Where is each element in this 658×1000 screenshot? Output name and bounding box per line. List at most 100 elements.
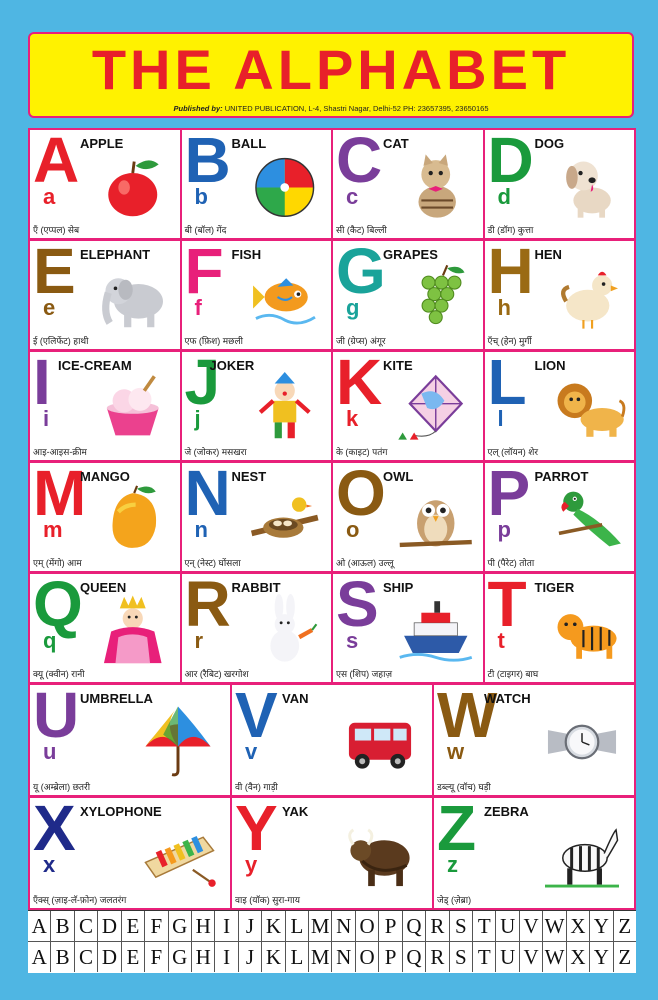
word-label: RABBIT — [231, 580, 281, 595]
strip-letter: H — [192, 911, 216, 941]
word-label: TIGER — [534, 580, 575, 595]
strip-letter: S — [450, 942, 474, 972]
watch-icon — [534, 705, 630, 779]
letter-card-n: Nn NEST एन् (नेस्ट) घोंसला — [181, 463, 331, 571]
hindi-caption: ई (एलिफेंट) हाथी — [33, 336, 89, 346]
alphabet-strip-row-1: ABCDEFGHIJKLMNOPQRSTUVWXYZ — [28, 911, 636, 942]
queen-icon — [90, 594, 176, 666]
strip-letter: I — [215, 911, 239, 941]
hindi-caption: के (काइट) पतंग — [336, 447, 388, 457]
rabbit-icon — [242, 594, 328, 666]
strip-letter: N — [332, 911, 356, 941]
strip-letter: R — [426, 911, 450, 941]
strip-letter: M — [309, 942, 333, 972]
nest-icon — [242, 483, 328, 555]
hindi-caption: टी (टाइगर) बाघ — [487, 669, 539, 679]
strip-letter: F — [145, 942, 169, 972]
strip-letter: Z — [618, 913, 632, 938]
hindi-caption: जे (जोकर) मसखरा — [184, 447, 247, 457]
elephant-icon — [90, 261, 176, 333]
publisher-details: UNITED PUBLICATION, L-4, Shastri Nagar, … — [224, 104, 489, 113]
strip-letter: K — [262, 942, 286, 972]
lowercase-letter: x — [43, 852, 56, 877]
hindi-caption: पी (पैरेट) तोता — [487, 558, 535, 568]
letter-card-d: Dd DOG डी (डॉग) कुत्ता — [484, 130, 634, 238]
strip-letter: U — [496, 942, 520, 972]
poster-header: THE ALPHABET Published by: UNITED PUBLIC… — [28, 32, 634, 118]
letter-card-m: Mm MANGO एम् (मेंगो) आम — [30, 463, 180, 571]
lowercase-letter: o — [346, 517, 360, 542]
hindi-caption: आर (रैबिट) खरगोश — [184, 669, 249, 679]
letter-card-r: Rr RABBIT आर (रैबिट) खरगोश — [181, 574, 331, 682]
lowercase-letter: c — [346, 184, 359, 209]
fish-icon — [242, 261, 328, 333]
word-label: FISH — [231, 247, 262, 262]
publisher-line: Published by: UNITED PUBLICATION, L-4, S… — [30, 104, 632, 113]
strip-letter: T — [473, 942, 497, 972]
parrot-icon — [545, 483, 631, 555]
word-label: PARROT — [534, 469, 589, 484]
hindi-caption: वाइ (यॉक) सुरा-गाय — [235, 895, 300, 905]
lowercase-letter: q — [43, 628, 57, 653]
strip-letter: D — [98, 942, 122, 972]
strip-letter: O — [356, 911, 380, 941]
letter-card-w: Ww WATCH डब्ल्यू (वॉच) घड़ी — [434, 685, 634, 795]
letter-card-y: Yy YAK वाइ (यॉक) सुरा-गाय — [232, 798, 432, 908]
lowercase-letter: b — [194, 184, 208, 209]
word-label: ZEBRA — [484, 804, 529, 819]
lowercase-letter: y — [245, 852, 258, 877]
strip-letter: Z — [618, 944, 632, 969]
yak-icon — [332, 818, 428, 892]
strip-letter: R — [426, 942, 450, 972]
tiger-icon — [545, 594, 631, 666]
strip-letter: N — [332, 942, 356, 972]
mango-icon — [90, 483, 176, 555]
lowercase-letter: t — [497, 628, 505, 653]
kite-icon — [393, 372, 479, 444]
capital-letter: Q — [33, 574, 83, 640]
strip-letter: H — [192, 942, 216, 972]
hindi-caption: डब्ल्यू (वॉच) घड़ी — [437, 782, 491, 792]
strip-letter: T — [473, 911, 497, 941]
word-label: ICE-CREAM — [58, 358, 132, 373]
capital-letter: G — [336, 241, 386, 307]
lowercase-letter: l — [497, 406, 504, 431]
letter-card-x: Xx XYLOPHONE एँक्स् (ज़ाइ-लॅ-फ़ोन) जलतरंग — [30, 798, 230, 908]
alphabet-poster: THE ALPHABET Published by: UNITED PUBLIC… — [0, 0, 658, 1000]
strip-letter: L — [286, 942, 310, 972]
hindi-caption: एँच् (हेन) मुर्गी — [487, 336, 532, 346]
letter-card-z: Zz ZEBRA जेड् (ज़ेब्रा) — [434, 798, 634, 908]
capital-letter: A — [33, 130, 80, 196]
ball-icon — [242, 150, 328, 222]
letter-card-f: Ff FISH एफ (फ़िश) मछली — [181, 241, 331, 349]
hen-icon — [545, 261, 631, 333]
strip-letter: X — [567, 942, 591, 972]
strip-letter: G — [169, 942, 192, 972]
hindi-caption: एफ (फ़िश) मछली — [184, 336, 243, 346]
strip-letter: I — [215, 942, 239, 972]
capital-letter: R — [184, 574, 231, 640]
strip-letter: W — [543, 942, 567, 972]
strip-letter: K — [262, 911, 286, 941]
strip-letter: X — [567, 911, 591, 941]
strip-letter: E — [122, 911, 146, 941]
lowercase-letter: i — [43, 406, 50, 431]
word-label: VAN — [282, 691, 309, 706]
strip-letter: C — [75, 942, 99, 972]
capital-letter: O — [336, 463, 386, 529]
joker-icon — [242, 372, 328, 444]
word-label: WATCH — [484, 691, 531, 706]
lowercase-letter: p — [497, 517, 511, 542]
letter-card-p: Pp PARROT पी (पैरेट) तोता — [484, 463, 634, 571]
hindi-caption: यू (अम्ब्रेला) छतरी — [33, 782, 91, 792]
letter-grid: Aa APPLE एँ (एप्पल) सेब Bb BALL बी (बॉल) गेंद… — [28, 128, 636, 910]
capital-letter: L — [487, 352, 527, 418]
letter-card-c: Cc CAT सी (कैट) बिल्ली — [333, 130, 483, 238]
strip-letter: D — [98, 911, 122, 941]
lowercase-letter: a — [43, 184, 56, 209]
letter-card-b: Bb BALL बी (बॉल) गेंद — [181, 130, 331, 238]
word-label: NEST — [231, 469, 267, 484]
hindi-caption: एँक्स् (ज़ाइ-लॅ-फ़ोन) जलतरंग — [33, 895, 127, 905]
umbrella-icon — [130, 705, 226, 779]
strip-letter: Q — [403, 911, 427, 941]
